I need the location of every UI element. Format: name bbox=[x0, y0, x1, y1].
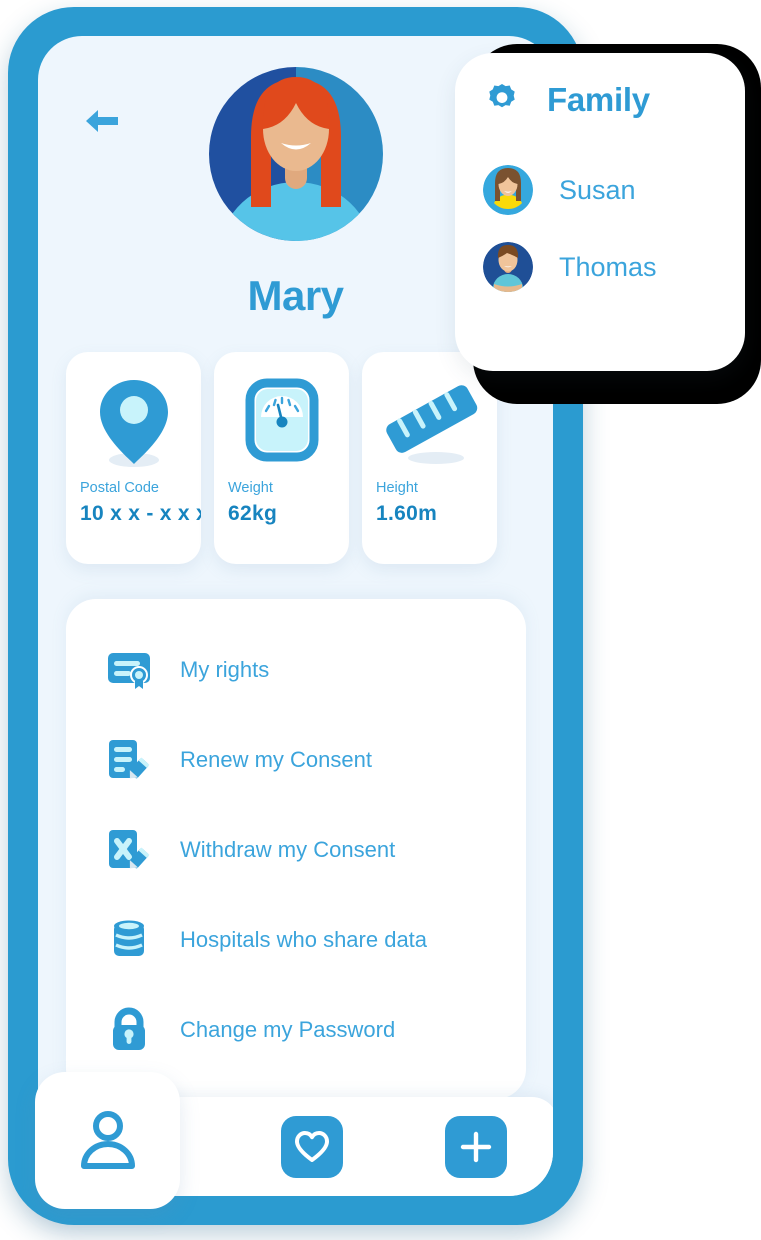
stat-label: Height bbox=[376, 480, 418, 496]
nav-item-profile[interactable] bbox=[35, 1072, 180, 1209]
plus-icon bbox=[445, 1116, 507, 1178]
stat-value: 10 x x - x x x bbox=[80, 502, 201, 525]
stat-value: 62kg bbox=[228, 502, 278, 525]
stats-row: Postal Code 10 x x - x x x Weight 62kg H… bbox=[66, 352, 526, 564]
family-member-name: Susan bbox=[559, 174, 636, 205]
menu-item-label: Hospitals who share data bbox=[180, 927, 428, 952]
family-popup: Family Susan Thomas bbox=[455, 53, 745, 371]
menu-item-label: Renew my Consent bbox=[180, 747, 372, 772]
nav-item-add[interactable] bbox=[394, 1097, 553, 1196]
weight-scale-icon bbox=[214, 366, 349, 478]
menu-panel: My rights Renew my Consent Withdraw my C… bbox=[66, 599, 526, 1099]
menu-item-my-rights[interactable]: My rights bbox=[66, 625, 526, 715]
menu-item-renew-consent[interactable]: Renew my Consent bbox=[66, 715, 526, 805]
stat-card-height[interactable]: Height 1.60m bbox=[362, 352, 497, 564]
ruler-icon bbox=[362, 366, 497, 478]
family-popup-header: Family bbox=[483, 78, 745, 121]
stat-card-weight[interactable]: Weight 62kg bbox=[214, 352, 349, 564]
avatar bbox=[208, 67, 383, 241]
heart-icon bbox=[281, 1116, 343, 1178]
arrow-left-icon bbox=[86, 110, 118, 132]
menu-item-withdraw-consent[interactable]: Withdraw my Consent bbox=[66, 805, 526, 895]
family-member-name: Thomas bbox=[559, 251, 657, 282]
screenshot-stage: Mary Postal Code 10 x x - x x x Weight 6… bbox=[0, 0, 761, 1240]
family-popup-title: Family bbox=[547, 80, 650, 118]
lock-icon bbox=[106, 1007, 152, 1053]
rights-card-icon bbox=[106, 647, 152, 693]
menu-item-label: Change my Password bbox=[180, 1017, 396, 1042]
person-icon bbox=[80, 1110, 135, 1169]
menu-item-label: My rights bbox=[180, 657, 270, 682]
stat-label: Weight bbox=[228, 480, 273, 496]
database-icon bbox=[106, 917, 152, 963]
woman-avatar bbox=[208, 67, 383, 241]
family-member-row[interactable]: Thomas bbox=[483, 242, 657, 292]
girl-avatar bbox=[483, 165, 533, 215]
stat-card-postal-code[interactable]: Postal Code 10 x x - x x x bbox=[66, 352, 201, 564]
stat-label: Postal Code bbox=[80, 480, 159, 496]
family-member-row[interactable]: Susan bbox=[483, 165, 636, 215]
menu-item-hospitals-share-data[interactable]: Hospitals who share data bbox=[66, 895, 526, 985]
menu-list: My rights Renew my Consent Withdraw my C… bbox=[66, 625, 526, 1075]
document-pencil-icon bbox=[106, 737, 152, 783]
menu-item-label: Withdraw my Consent bbox=[180, 837, 396, 862]
menu-item-change-password[interactable]: Change my Password bbox=[66, 985, 526, 1075]
gear-icon[interactable] bbox=[483, 78, 521, 121]
map-pin-icon bbox=[66, 366, 201, 478]
nav-item-favorites[interactable] bbox=[230, 1097, 394, 1196]
stat-value: 1.60m bbox=[376, 502, 438, 525]
boy-avatar bbox=[483, 242, 533, 292]
back-button[interactable] bbox=[74, 96, 130, 146]
document-cancel-pencil-icon bbox=[106, 827, 152, 873]
